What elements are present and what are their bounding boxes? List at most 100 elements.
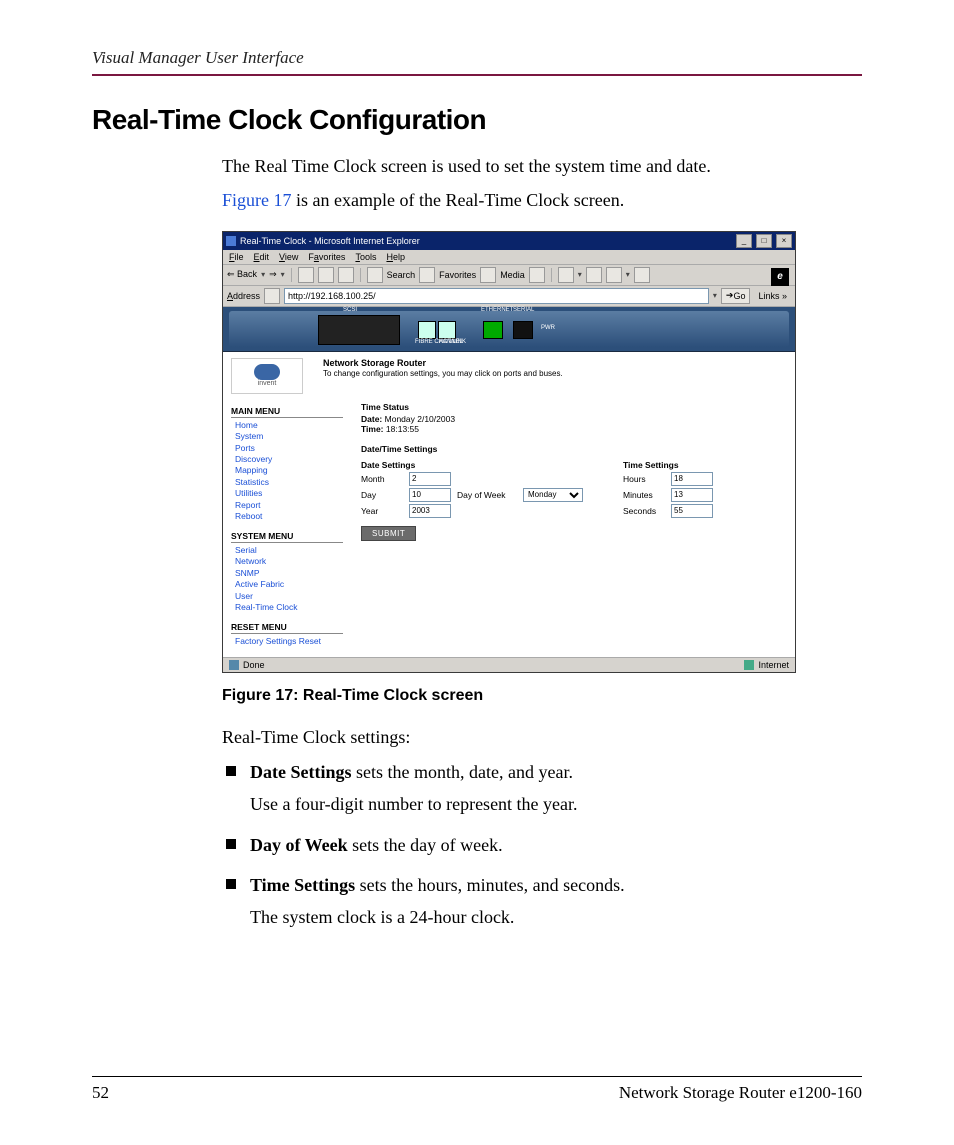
intro-p2-rest: is an example of the Real-Time Clock scr…: [292, 190, 625, 210]
subheader: invent Network Storage Router To change …: [223, 352, 795, 398]
close-button[interactable]: ×: [776, 234, 792, 248]
nav-home[interactable]: Home: [235, 420, 343, 431]
menu-view[interactable]: View: [279, 252, 298, 262]
ethernet-port-icon[interactable]: [483, 321, 503, 339]
media-icon[interactable]: [480, 267, 496, 283]
menu-tools[interactable]: Tools: [355, 252, 376, 262]
titlebar: Real-Time Clock - Microsoft Internet Exp…: [223, 232, 795, 250]
fibre-port-icon[interactable]: [418, 321, 436, 339]
menu-favorites[interactable]: Favorites: [308, 252, 345, 262]
stop-icon[interactable]: [298, 267, 314, 283]
nav-snmp[interactable]: SNMP: [235, 568, 343, 579]
day-input[interactable]: [409, 488, 451, 502]
links-button[interactable]: Links »: [754, 291, 791, 301]
refresh-icon[interactable]: [318, 267, 334, 283]
nav-user[interactable]: User: [235, 591, 343, 602]
time-status-date: Date: Monday 2/10/2003: [361, 414, 787, 424]
date-settings-header: Date Settings: [361, 460, 583, 470]
dow-select[interactable]: Monday: [523, 488, 583, 502]
nav-discovery[interactable]: Discovery: [235, 454, 343, 465]
serial-port-icon[interactable]: [513, 321, 533, 339]
intro-p2: Figure 17 is an example of the Real-Time…: [222, 188, 862, 212]
forward-dropdown-icon[interactable]: ▾: [281, 270, 285, 279]
favorites-label[interactable]: Favorites: [439, 270, 476, 280]
label-serial: SERIAL: [513, 307, 534, 313]
figure-17: Real-Time Clock - Microsoft Internet Exp…: [222, 231, 862, 674]
label-ethernet: ETHERNET: [481, 307, 513, 313]
address-dropdown-icon[interactable]: ▾: [713, 291, 717, 300]
time-status-time: Time: 18:13:55: [361, 424, 787, 434]
nav-network[interactable]: Network: [235, 556, 343, 567]
minutes-input[interactable]: [671, 488, 713, 502]
month-input[interactable]: [409, 472, 451, 486]
page-content: SCSI FIBRE CHANNEL ACT/LINK ETHERNET SER…: [223, 307, 795, 658]
date-settings-col: Date Settings Month Day Day of Week Mond…: [361, 456, 583, 520]
time-settings-header: Time Settings: [623, 460, 713, 470]
main-panel: Time Status Date: Monday 2/10/2003 Time:…: [361, 398, 787, 648]
nav-factory-reset[interactable]: Factory Settings Reset: [235, 636, 343, 647]
year-input[interactable]: [409, 504, 451, 518]
settings-list: Date Settings sets the month, date, and …: [222, 759, 862, 929]
search-label[interactable]: Search: [387, 270, 416, 280]
act-link-icon[interactable]: [438, 321, 456, 339]
address-bar: Address ▾ ➔ Go Links »: [223, 286, 795, 307]
go-button[interactable]: ➔ Go: [721, 288, 751, 304]
nav-statistics[interactable]: Statistics: [235, 477, 343, 488]
scsi-port-icon[interactable]: [318, 315, 400, 345]
history-icon[interactable]: [529, 267, 545, 283]
hp-tagline: invent: [258, 380, 277, 387]
minimize-button[interactable]: _: [736, 234, 752, 248]
status-left: Done: [243, 660, 265, 670]
mail-dropdown-icon[interactable]: ▾: [578, 270, 582, 279]
bullet-day-of-week: Day of Week sets the day of week.: [222, 832, 862, 858]
seconds-label: Seconds: [623, 506, 665, 516]
toolbar-separator: [291, 268, 292, 282]
doc-title: Network Storage Router e1200-160: [619, 1083, 862, 1103]
time-settings-col: Time Settings Hours Minutes Seconds: [623, 456, 713, 520]
menu-help[interactable]: Help: [386, 252, 405, 262]
media-label[interactable]: Media: [500, 270, 525, 280]
intro-p1: The Real Time Clock screen is used to se…: [222, 154, 862, 178]
nav-active-fabric[interactable]: Active Fabric: [235, 579, 343, 590]
toolbar-separator: [551, 268, 552, 282]
mail-icon[interactable]: [558, 267, 574, 283]
bullet-time-sub: The system clock is a 24-hour clock.: [250, 904, 862, 930]
forward-button[interactable]: ⇒: [269, 269, 277, 280]
nav-reboot[interactable]: Reboot: [235, 511, 343, 522]
running-head: Visual Manager User Interface: [92, 48, 862, 68]
system-menu-header: SYSTEM MENU: [231, 531, 343, 543]
back-dropdown-icon[interactable]: ▾: [261, 270, 265, 279]
home-icon[interactable]: [338, 267, 354, 283]
edit-dropdown-icon[interactable]: ▾: [626, 270, 630, 279]
nav-utilities[interactable]: Utilities: [235, 488, 343, 499]
maximize-button[interactable]: □: [756, 234, 772, 248]
discuss-icon[interactable]: [634, 267, 650, 283]
nav-rtc[interactable]: Real-Time Clock: [235, 602, 343, 613]
nav-ports[interactable]: Ports: [235, 443, 343, 454]
status-bar: Done Internet: [223, 657, 795, 672]
toolbar: ⇐ Back ▾ ⇒ ▾ Search Favorites Media ▾: [223, 265, 795, 286]
address-input[interactable]: [284, 288, 709, 304]
seconds-input[interactable]: [671, 504, 713, 518]
nav-report[interactable]: Report: [235, 500, 343, 511]
nav-system[interactable]: System: [235, 431, 343, 442]
edit-icon[interactable]: [606, 267, 622, 283]
content-title: Network Storage Router: [323, 358, 563, 368]
submit-button[interactable]: SUBMIT: [361, 526, 416, 541]
menu-edit[interactable]: Edit: [254, 252, 270, 262]
nav-serial[interactable]: Serial: [235, 545, 343, 556]
favorites-icon[interactable]: [419, 267, 435, 283]
month-label: Month: [361, 474, 403, 484]
search-icon[interactable]: [367, 267, 383, 283]
minutes-label: Minutes: [623, 490, 665, 500]
nav-mapping[interactable]: Mapping: [235, 465, 343, 476]
hours-input[interactable]: [671, 472, 713, 486]
dow-label: Day of Week: [457, 490, 517, 500]
menu-file[interactable]: File: [229, 252, 244, 262]
figure-link[interactable]: Figure 17: [222, 190, 292, 210]
internet-zone-icon: [744, 660, 754, 670]
back-button[interactable]: ⇐ Back: [227, 269, 257, 280]
status-right: Internet: [758, 660, 789, 670]
address-label: Address: [227, 291, 260, 301]
print-icon[interactable]: [586, 267, 602, 283]
